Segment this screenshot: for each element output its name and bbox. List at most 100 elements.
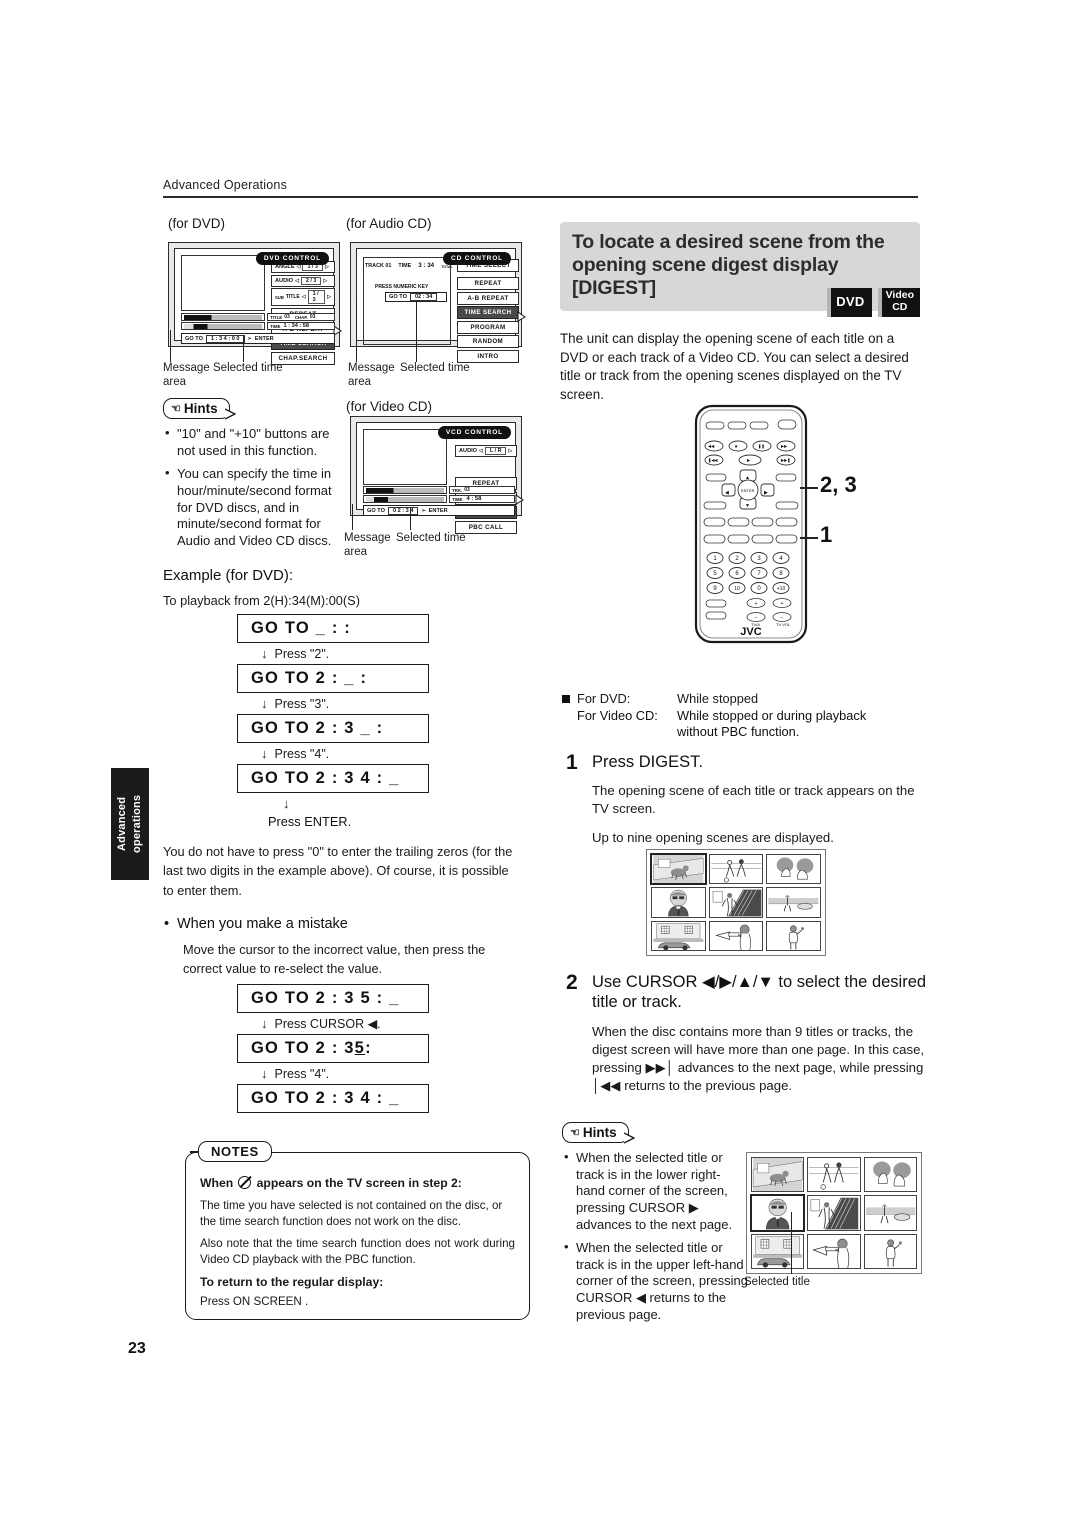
hints-tag: ☜ Hints [562, 1122, 635, 1144]
page-number: 23 [128, 1340, 146, 1357]
manual-page: Advanced Operations (for DVD) (for Audio… [0, 0, 1080, 1529]
svg-text:+: + [755, 601, 758, 607]
for-dvd-row: For DVD: While stopped [562, 690, 932, 707]
vcd-audio-selector[interactable]: AUDIO ◁ L / R ▷ [455, 445, 517, 457]
digest-cell-faces[interactable] [766, 854, 821, 885]
mistake-heading-row: • When you make a mistake [164, 916, 348, 932]
hand-icon: ☜ [570, 1127, 580, 1139]
callout-leader [800, 487, 818, 489]
digest-cell-person-wall[interactable] [807, 1195, 861, 1231]
digest-cell-beach[interactable] [863, 1195, 917, 1231]
down-arrow-icon: ↓ [261, 1016, 268, 1031]
digest-cell-soccer[interactable] [708, 854, 764, 885]
dvd-message-area-label: Message area [163, 362, 210, 388]
dvd-sub-label: SUB [275, 294, 284, 300]
dvd-selected-time-label: Selected time [213, 362, 283, 374]
digest-cell-car-building[interactable] [751, 1233, 805, 1269]
dvd-goto-label: GO TO [185, 335, 203, 342]
for-video-cd-value: While stopped or during playback [677, 708, 867, 724]
caption-for-audio-cd: (for Audio CD) [346, 216, 432, 231]
svg-text:▲: ▲ [745, 475, 750, 481]
vcd-goto-value: 0 2 : 3 4 [387, 506, 419, 515]
digest-cell-person-wall[interactable] [708, 887, 764, 918]
vcd-time-strip: TIME 4 : 58 [449, 495, 515, 503]
svg-text:▶▶: ▶▶ [781, 444, 788, 449]
goto-display-box: GO TO 2 : 3 _ : [237, 714, 429, 743]
goto-display-box: GO TO _ : : [237, 614, 429, 643]
goto-display-box: GO TO 2 : 3 5 : [237, 1034, 429, 1063]
trailing-zeros-paragraph: You do not have to press "0" to enter th… [163, 844, 513, 898]
dvd-audio-selector[interactable]: AUDIO ◁ 2 / 3 ▷ [271, 274, 335, 287]
svg-text:▶▶❚: ▶▶❚ [781, 458, 791, 463]
goto-sequence-1: GO TO _ : : ↓ Press "2". GO TO 2 : _ : ↓ P… [163, 614, 533, 829]
left-hints-list: "10" and "+10" buttons are not used in t… [163, 425, 343, 549]
vcd-control-osd: VCD CONTROL AUDIO ◁ L / R ▷ REPEAT A-B R… [350, 416, 524, 534]
down-arrow-icon: ↓ [261, 1066, 268, 1081]
right-hints-list: When the selected title or track is in t… [562, 1149, 748, 1323]
hints-label: Hints [183, 401, 218, 416]
digest-cell-trumpet[interactable] [708, 920, 764, 951]
digest-cell-soccer[interactable] [807, 1157, 861, 1193]
leader-line [352, 504, 354, 530]
notes-p4: Press ON SCREEN . [200, 1295, 309, 1309]
vcd-trk-no: 03 [464, 487, 470, 493]
digest-cell-trumpet[interactable] [807, 1233, 861, 1269]
digest-cell-man-sunglasses[interactable] [651, 887, 706, 918]
example-subtext: To playback from 2(H):34(M):00(S) [163, 593, 360, 608]
notes-box: NOTES When appears on the TV screen in s… [185, 1141, 530, 1320]
cd-btn-program[interactable]: PROGRAM [457, 320, 519, 334]
notes-body: When appears on the TV screen in step 2:… [186, 1153, 529, 1310]
notes-p2: Also note that the time search function … [200, 1237, 515, 1266]
digest-cell-beach[interactable] [766, 887, 821, 918]
dvd-title-no: 03 [284, 314, 290, 320]
mistake-body: Move the cursor to the incorrect value, … [183, 942, 486, 977]
down-arrow-icon: ↓ [261, 696, 268, 711]
step-1-body-2: Up to nine opening scenes are displayed. [592, 830, 834, 846]
hints-tag: ☜ Hints [163, 398, 236, 420]
cd-btn-repeat[interactable]: REPEAT [457, 277, 519, 290]
notes-p1: The time you have selected is not contai… [200, 1199, 503, 1228]
goto-display-box: GO TO 2 : 3 4 : _ [237, 1084, 429, 1113]
vcd-selected-time-label: Selected time [396, 532, 466, 544]
dvd-goto-strip[interactable]: GO TO 1 : 3 4 : 0 0 ➢ ENTER [181, 333, 335, 344]
dvd-chap-no: 03 [309, 314, 316, 320]
down-arrow-icon: ↓ [261, 646, 268, 661]
caption-for-dvd: (for DVD) [168, 216, 225, 231]
dvd-subtitle-value: 1 / 3 [307, 290, 326, 305]
header-rule [163, 196, 918, 198]
mistake-section: • When you make a mistake Move the curso… [163, 916, 523, 979]
list-item: When the selected title or track is in t… [562, 1149, 748, 1233]
step-2-body: When the disc contains more than 9 title… [592, 1023, 925, 1094]
svg-text:−: − [755, 615, 758, 621]
callout-step-1: 1 [820, 522, 833, 547]
svg-text:+10: +10 [777, 586, 786, 592]
badge-dvd: DVD [827, 288, 872, 317]
vcd-goto-label: GO TO [367, 507, 385, 514]
digest-cell-dog[interactable] [650, 852, 707, 886]
digest-cell-faces[interactable] [863, 1157, 917, 1193]
step-1-title: Press DIGEST. [592, 753, 703, 771]
dvd-title-label: TITLE [270, 314, 283, 320]
dvd-audio-label: AUDIO [275, 277, 294, 284]
digest-cell-car-building[interactable] [651, 920, 706, 951]
svg-text:❚❚: ❚❚ [758, 444, 765, 449]
digest-cell-person-standing[interactable] [863, 1233, 917, 1269]
dvd-control-title: DVD CONTROL [255, 252, 329, 265]
caption-for-video-cd: (for Video CD) [346, 399, 433, 414]
leader-line [170, 330, 172, 362]
digest-cell-man-sunglasses[interactable] [749, 1194, 806, 1232]
notes-p3: To return to the regular display: [200, 1275, 384, 1290]
cd-btn-ab-repeat[interactable]: A-B REPEAT [457, 291, 519, 305]
step-1-body-1: The opening scene of each title or track… [592, 783, 915, 817]
cd-btn-time-search[interactable]: TIME SEARCH [457, 306, 519, 320]
svg-text:▼: ▼ [745, 503, 750, 509]
svg-text:◀◀: ◀◀ [708, 444, 715, 449]
dvd-subtitle-selector[interactable]: SUB TITLE ◁ 1 / 3 ▷ [271, 288, 335, 307]
vcd-goto-strip[interactable]: GO TO 0 2 : 3 4 ➢ ENTER [363, 505, 515, 516]
cd-btn-random[interactable]: RANDOM [457, 335, 519, 349]
svg-text:−: − [781, 615, 784, 621]
step-arrow: ↓ Press "3". [261, 696, 330, 711]
dvd-enter-label: ENTER [254, 335, 274, 342]
digest-cell-person-standing[interactable] [766, 920, 821, 951]
digest-cell-dog[interactable] [751, 1157, 805, 1193]
